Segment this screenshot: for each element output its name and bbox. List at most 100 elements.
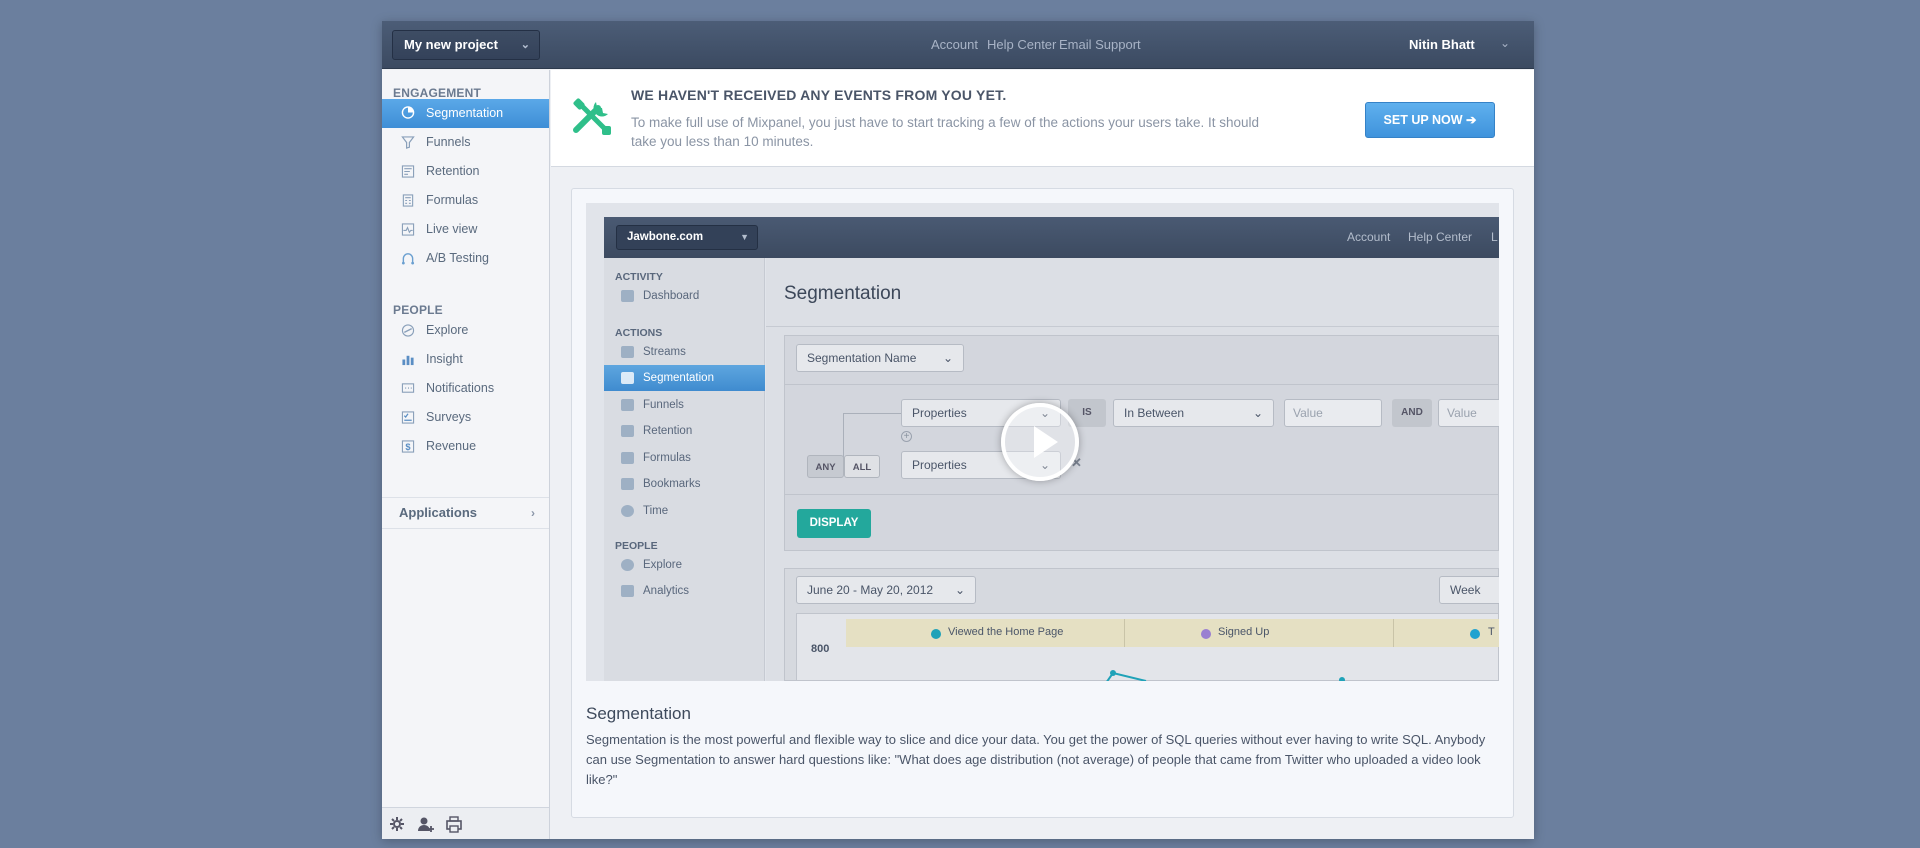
video-item-label: Dashboard (643, 290, 700, 302)
chevron-down-icon: ⌄ (1252, 406, 1263, 420)
video-project-selector: Jawbone.com ▼ (616, 225, 758, 250)
sidebar-item-label: Insight (426, 352, 463, 366)
chevron-down-icon: ⌄ (520, 39, 530, 51)
video-item-label: Streams (643, 346, 686, 358)
video-item-formulas: Formulas (604, 445, 765, 471)
banner-text: To make full use of Mixpanel, you just h… (631, 115, 1260, 149)
funnel-icon (621, 399, 634, 411)
sidebar-item-label: Retention (426, 164, 480, 178)
feature-card: Jawbone.com ▼ Account Help Center L ACTI… (571, 188, 1514, 818)
applications-label: Applications (399, 505, 478, 520)
video-item-analytics: Analytics (604, 578, 765, 604)
video-account-link: Account (1347, 230, 1391, 244)
video-in-between-select: In Between ⌄ (1113, 399, 1274, 427)
sidebar-item-label: Formulas (426, 193, 479, 207)
section-engagement: ENGAGEMENT (393, 86, 482, 100)
sidebar-item-label: Revenue (426, 439, 477, 453)
sidebar-item-surveys[interactable]: Surveys (382, 403, 549, 432)
no-events-banner: WE HAVEN'T RECEIVED ANY EVENTS FROM YOU … (551, 70, 1534, 167)
pie-chart-icon (621, 372, 634, 384)
dashboard-icon (621, 290, 634, 302)
video-legend-divider (1393, 619, 1394, 647)
sidebar-item-insight[interactable]: Insight (382, 345, 549, 374)
sidebar-item-funnels[interactable]: Funnels (382, 128, 549, 157)
video-panel-divider (784, 384, 1499, 385)
video-section-actions: ACTIONS (615, 327, 663, 339)
sidebar-item-formulas[interactable]: Formulas (382, 186, 549, 215)
account-link[interactable]: Account (931, 37, 978, 52)
video-item-label: Analytics (643, 585, 690, 597)
video-heading: Segmentation (784, 283, 902, 304)
video-date-range-select: June 20 - May 20, 2012 ⌄ (796, 576, 976, 604)
add-user-icon[interactable] (416, 814, 436, 834)
sidebar-item-revenue[interactable]: $ Revenue (382, 432, 549, 461)
legend-dot (931, 629, 941, 639)
calculator-icon (621, 452, 634, 464)
bar-chart-icon (621, 585, 634, 597)
sidebar-item-explore[interactable]: Explore (382, 316, 549, 345)
video-player[interactable]: Jawbone.com ▼ Account Help Center L ACTI… (586, 203, 1499, 681)
email-support-link[interactable]: Email Support (1059, 37, 1141, 52)
chevron-right-icon: › (531, 506, 535, 520)
sidebar-item-notifications[interactable]: Notifications (382, 374, 549, 403)
explore-icon (401, 324, 415, 337)
video-select-label: Properties (912, 458, 967, 472)
applications-toggle[interactable]: Applications › (382, 497, 549, 529)
chevron-down-icon[interactable]: ⌄ (1500, 36, 1510, 50)
video-value-input: Value (1284, 399, 1382, 427)
video-item-segmentation: Segmentation (604, 365, 765, 391)
print-icon[interactable] (444, 814, 464, 834)
sidebar-item-live-view[interactable]: Live view (382, 215, 549, 244)
video-value-input-2: Value (1438, 399, 1499, 427)
app-window: My new project ⌄ Account Help Center Ema… (382, 21, 1534, 839)
video-select-label: In Between (1124, 406, 1185, 420)
help-center-link[interactable]: Help Center (987, 37, 1056, 52)
video-chart-legend (846, 619, 1499, 647)
video-item-retention: Retention (604, 418, 765, 444)
sidebar-item-label: Funnels (426, 135, 471, 149)
retention-grid-icon (401, 165, 415, 178)
legend-label: Signed Up (1218, 626, 1270, 638)
video-help-link: Help Center (1408, 230, 1473, 244)
chart-line (1106, 670, 1345, 681)
video-display-button: DISPLAY (797, 509, 871, 538)
sidebar-item-label: Notifications (426, 381, 495, 395)
video-item-label: Formulas (643, 452, 691, 464)
video-item-label: Time (643, 505, 669, 517)
message-icon (401, 383, 415, 393)
video-select-label: Properties (912, 406, 967, 420)
play-button[interactable] (1001, 403, 1079, 481)
sidebar-item-label: Explore (426, 323, 469, 337)
project-name: My new project (404, 37, 498, 52)
video-and-tag: AND (1392, 399, 1432, 427)
top-bar: My new project ⌄ Account Help Center Ema… (382, 21, 1534, 69)
video-item-label: Explore (643, 559, 682, 571)
plus-circle-icon: + (901, 431, 912, 442)
video-item-label: Funnels (643, 399, 684, 411)
y-tick-label: 800 (811, 643, 830, 655)
sidebar-item-segmentation[interactable]: Segmentation (382, 99, 549, 128)
video-item-funnels: Funnels (604, 392, 765, 418)
calculator-icon (402, 194, 414, 207)
video-segmentation-name-select: Segmentation Name ⌄ (796, 344, 964, 372)
video-section-people: PEOPLE (615, 540, 658, 552)
bookmark-icon (621, 478, 634, 490)
sidebar-item-ab-testing[interactable]: A/B Testing (382, 244, 549, 273)
sidebar-item-label: Surveys (426, 410, 472, 424)
video-item-bookmarks: Bookmarks (604, 471, 765, 497)
video-all-toggle: ALL (844, 455, 880, 478)
banner-title: WE HAVEN'T RECEIVED ANY EVENTS FROM YOU … (631, 87, 1007, 103)
user-menu[interactable]: Nitin Bhatt (1409, 37, 1475, 52)
explore-icon (621, 559, 634, 571)
pulse-icon (401, 223, 415, 236)
gear-icon[interactable] (387, 814, 407, 834)
video-item-label: Retention (643, 425, 693, 437)
sidebar-item-retention[interactable]: Retention (382, 157, 549, 186)
project-selector[interactable]: My new project ⌄ (392, 30, 540, 60)
video-select-label: June 20 - May 20, 2012 (807, 583, 934, 597)
video-legend-divider (1124, 619, 1125, 647)
video-select-label: Week (1450, 583, 1481, 597)
setup-now-button[interactable]: SET UP NOW ➔ (1365, 102, 1495, 138)
streams-icon (621, 346, 634, 358)
ab-test-icon (401, 253, 415, 265)
